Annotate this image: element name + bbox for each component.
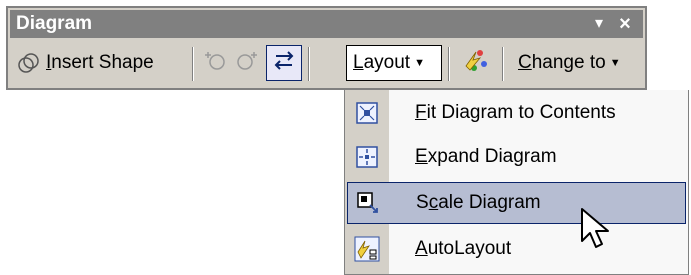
menu-item-scale-diagram[interactable]: Scale Diagram — [347, 182, 686, 224]
change-to-label: Change to — [518, 52, 606, 73]
reverse-diagram-button[interactable] — [266, 45, 302, 81]
menu-item-label: Expand Diagram — [415, 146, 557, 167]
menu-item-label: AutoLayout — [415, 238, 512, 259]
expand-diagram-icon — [347, 136, 387, 178]
menu-item-label: Fit Diagram to Contents — [415, 102, 616, 123]
fit-diagram-icon — [347, 92, 387, 134]
move-backward-icon — [202, 47, 228, 79]
insert-shape-button[interactable]: Insert Shape — [16, 45, 186, 81]
chevron-down-icon: ▼ — [414, 57, 425, 69]
menu-item-autolayout[interactable]: AutoLayout — [347, 228, 686, 270]
toolbar-separator — [448, 47, 450, 81]
change-to-dropdown-button[interactable]: Change to ▼ — [518, 45, 642, 81]
reverse-diagram-icon — [271, 47, 297, 79]
toolbar-separator — [502, 47, 504, 81]
move-forward-icon — [234, 47, 260, 79]
mouse-pointer-icon — [580, 207, 614, 256]
layout-dropdown-button[interactable]: Layout ▼ — [346, 45, 442, 81]
layout-label: Layout — [353, 52, 411, 73]
scale-diagram-icon — [348, 182, 388, 224]
menu-item-expand-diagram[interactable]: Expand Diagram — [347, 136, 686, 178]
menu-item-label: Scale Diagram — [416, 192, 541, 213]
insert-shape-icon — [16, 50, 42, 76]
menu-item-fit-diagram[interactable]: Fit Diagram to Contents — [347, 92, 686, 134]
autoformat-button[interactable] — [456, 45, 496, 81]
diagram-toolbar: Diagram ▾ × Insert Shape Layout ▼ Change… — [6, 6, 647, 90]
autoformat-icon — [462, 46, 490, 80]
move-shape-forward-button[interactable] — [232, 45, 262, 81]
toolbar-button-row: Insert Shape Layout ▼ Change to ▼ — [10, 41, 643, 87]
toolbar-title: Diagram — [16, 13, 93, 34]
insert-shape-label: Insert Shape — [46, 52, 154, 73]
chevron-down-icon: ▼ — [609, 57, 621, 69]
close-icon[interactable]: × — [613, 10, 637, 38]
layout-menu: Fit Diagram to Contents Expand Diagram S… — [344, 90, 689, 275]
toolbar-options-dropdown-icon[interactable]: ▾ — [587, 10, 611, 38]
toolbar-titlebar[interactable]: Diagram ▾ × — [10, 10, 643, 38]
move-shape-backward-button[interactable] — [200, 45, 230, 81]
toolbar-separator — [308, 47, 310, 81]
toolbar-separator — [192, 47, 194, 81]
autolayout-icon — [347, 228, 387, 270]
